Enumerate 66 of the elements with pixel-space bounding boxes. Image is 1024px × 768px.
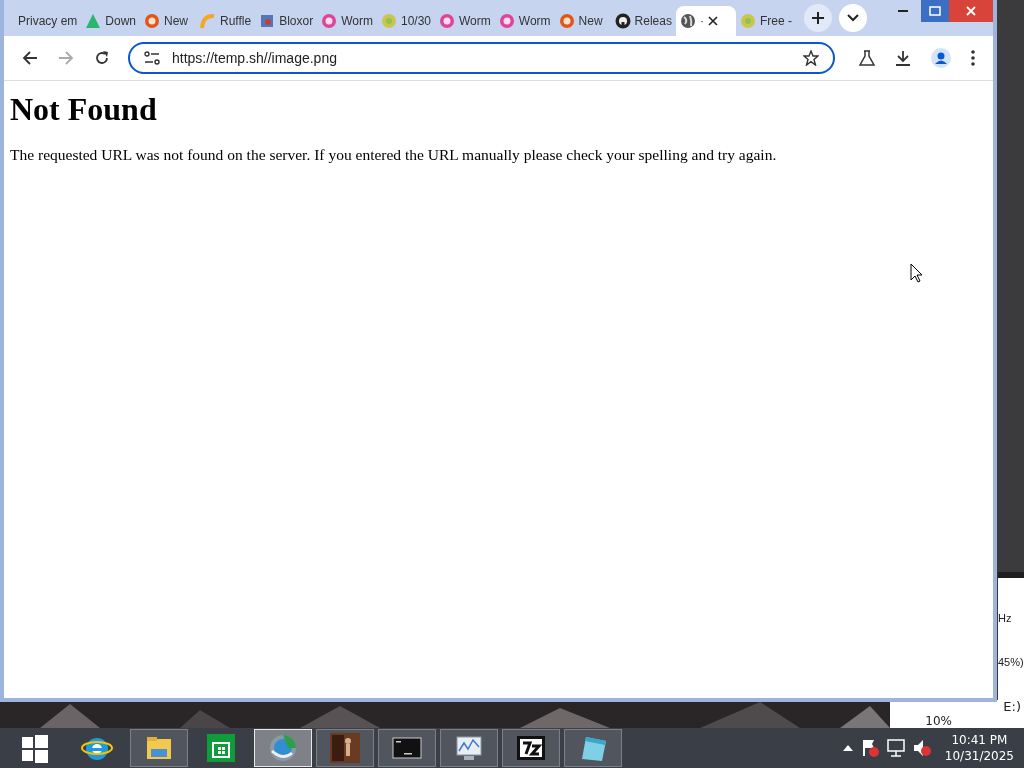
close-icon [966, 6, 976, 16]
tab-title: Worm [518, 14, 551, 28]
figure-thumbnail-icon [328, 731, 362, 765]
tab-search-button[interactable] [839, 4, 867, 32]
page-heading: Not Found [10, 91, 158, 128]
browser-tab[interactable]: 10/30 [376, 6, 435, 36]
new-tab-button[interactable] [803, 4, 832, 32]
browser-tab[interactable]: Free - [735, 6, 796, 36]
url-text: https://temp.sh//image.png [172, 50, 338, 66]
tab-title: Down [105, 14, 137, 28]
tab-title: New [578, 14, 603, 28]
address-bar[interactable]: https://temp.sh//image.png [128, 42, 835, 74]
clock[interactable]: 10:41 PM 10/31/2025 [944, 732, 1014, 764]
reload-icon[interactable] [94, 50, 110, 66]
chevron-down-icon [847, 14, 859, 22]
browser-tab[interactable]: · [675, 6, 736, 36]
window-text: Hz [998, 612, 1013, 624]
browser-tab[interactable]: Privacy em [14, 6, 82, 36]
menu-icon[interactable] [971, 50, 975, 66]
browser-tab[interactable]: New [554, 6, 611, 36]
profile-icon[interactable] [931, 48, 951, 68]
maximize-icon [929, 6, 941, 16]
browser-tab[interactable]: Worm [317, 6, 377, 36]
browser-tab[interactable]: Worm [494, 6, 555, 36]
tab-title: Privacy em [18, 14, 78, 28]
tab-title: Ruffle [220, 14, 252, 28]
curl-icon [200, 13, 217, 29]
tab-title: New [164, 14, 189, 28]
download-icon[interactable] [895, 50, 911, 66]
close-button[interactable] [949, 0, 993, 22]
chevron-up-icon[interactable] [842, 745, 853, 751]
flag-error-icon[interactable] [860, 739, 879, 757]
network-icon[interactable] [886, 739, 905, 757]
close-icon[interactable] [707, 16, 718, 26]
tab-title: Free - [759, 14, 792, 28]
browser-tab[interactable]: Down [81, 6, 141, 36]
tab-title: · [699, 14, 704, 28]
star-icon[interactable] [803, 50, 819, 66]
speaker-error-icon[interactable] [912, 739, 931, 757]
browser-tab[interactable]: Ruffle [196, 6, 256, 36]
store-bag-icon [204, 731, 238, 765]
window-text: 45%) [998, 656, 1024, 668]
site-settings-icon[interactable] [144, 51, 160, 65]
triangle-icon [85, 13, 102, 29]
browser-tab[interactable]: Bloxor [255, 6, 318, 36]
panel-text: 10% [925, 714, 952, 728]
plus-icon [810, 11, 825, 25]
panel-text: E:) [1003, 700, 1021, 714]
browser-tab[interactable]: Worm [435, 6, 495, 36]
browser-tab[interactable]: New [140, 6, 197, 36]
tab-title: Worm [341, 14, 373, 28]
cube-icon [259, 13, 276, 29]
back-icon[interactable] [22, 50, 38, 66]
tab-title: Bloxor [279, 14, 314, 28]
tab-title: Worm [459, 14, 491, 28]
maximize-button[interactable] [921, 0, 949, 22]
flask-icon[interactable] [859, 50, 875, 66]
minimize-icon [898, 10, 908, 12]
date-text: 10/31/2025 [944, 748, 1014, 764]
time-text: 10:41 PM [951, 732, 1008, 748]
tab-title: 10/30 [400, 14, 431, 28]
error-message: The requested URL was not found on the server. If you entered the URL manually please check your spelling and try again. [10, 146, 778, 164]
globe-icon [679, 13, 696, 29]
tab-title: Releas [634, 14, 672, 28]
browser-tab[interactable]: Releas [610, 6, 676, 36]
cursor-icon [910, 263, 924, 283]
